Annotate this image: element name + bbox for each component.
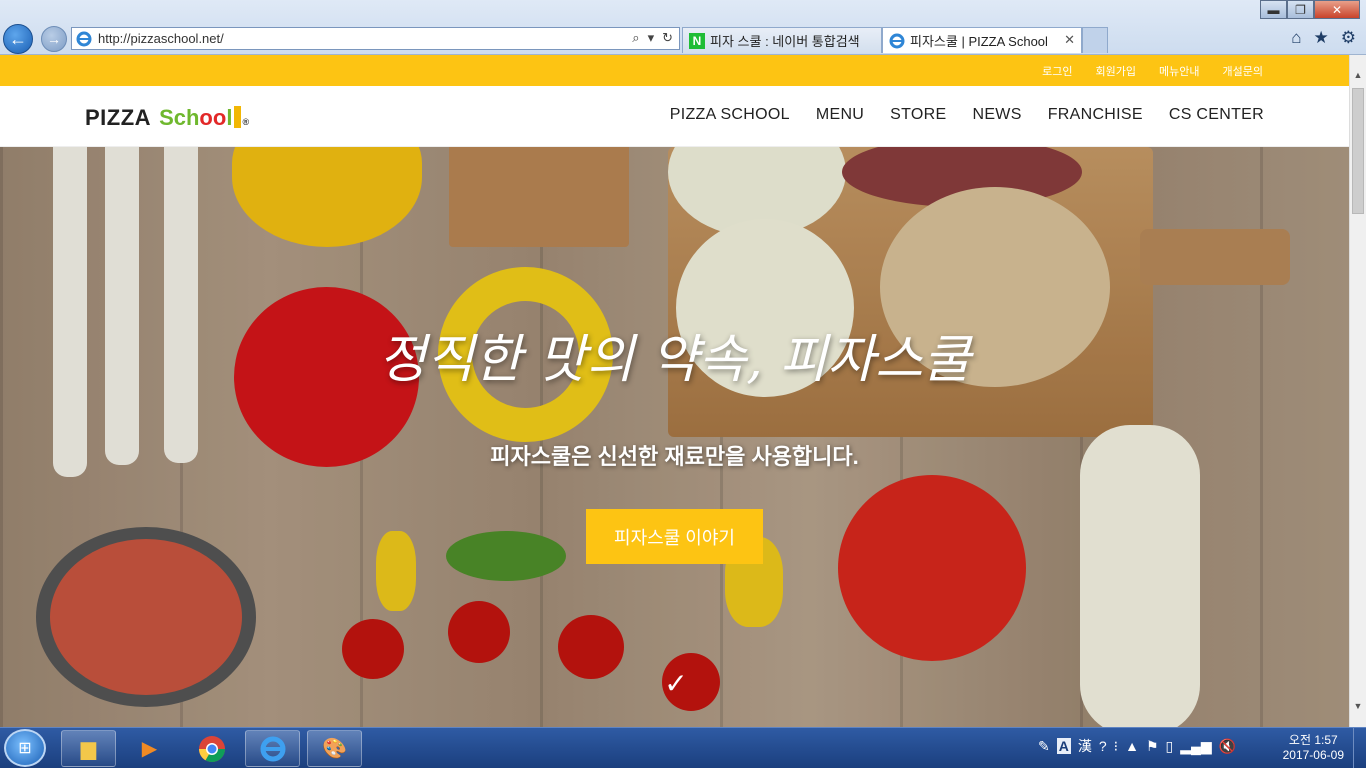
nav-news[interactable]: NEWS: [972, 106, 1021, 124]
pencil-icon: [234, 106, 242, 128]
volume-muted-icon[interactable]: 🔇: [1219, 738, 1236, 755]
ie-icon: [76, 31, 92, 46]
action-center-icon[interactable]: ⚑: [1146, 738, 1159, 755]
tab-naver[interactable]: N 피자 스쿨 : 네이버 통합검색: [682, 27, 882, 53]
system-clock[interactable]: 오전 1:57 2017-06-09: [1283, 733, 1344, 763]
show-desktop-button[interactable]: [1353, 728, 1366, 768]
show-hidden-icons-icon[interactable]: ▲: [1125, 738, 1139, 754]
scroll-up-arrow-icon[interactable]: ▲: [1350, 67, 1366, 84]
close-tab-icon[interactable]: ✕: [1064, 32, 1075, 48]
scroll-thumb[interactable]: [1352, 88, 1364, 214]
search-icon[interactable]: ⌕: [632, 30, 639, 46]
chrome-icon: [198, 735, 225, 762]
taskbar-paint[interactable]: 🎨: [307, 730, 362, 767]
browser-chrome: ▬ ❐ ✕ ← → http://pizzaschool.net/ ⌕ ▾ ↻ …: [0, 0, 1366, 55]
tab-pizzaschool[interactable]: 피자스쿨 | PIZZA School ✕: [882, 27, 1082, 53]
refresh-icon[interactable]: ↻: [662, 30, 673, 46]
minimize-button[interactable]: ▬: [1260, 0, 1287, 19]
nav-franchise[interactable]: FRANCHISE: [1048, 106, 1143, 124]
taskbar-media-player[interactable]: ▶: [122, 730, 177, 767]
dropdown-icon[interactable]: ▾: [648, 30, 655, 46]
start-button[interactable]: ⊞: [4, 729, 46, 767]
new-tab-button[interactable]: [1082, 27, 1108, 53]
hanja-indicator[interactable]: 漢: [1078, 736, 1092, 756]
taskbar-chrome[interactable]: [184, 730, 239, 767]
scroll-down-icon[interactable]: ✓: [659, 667, 693, 701]
network-icon[interactable]: ▂▄▆: [1180, 738, 1211, 755]
maximize-button[interactable]: ❐: [1287, 0, 1314, 19]
utility-bar: 로그인 회원가입 메뉴안내 개설문의: [0, 55, 1349, 86]
main-navigation: PIZZA SCHOOL MENU STORE NEWS FRANCHISE C…: [670, 106, 1264, 124]
arrow-right-icon: →: [47, 31, 61, 47]
clock-time: 오전 1:57: [1288, 733, 1338, 747]
web-page: 로그인 회원가입 메뉴안내 개설문의 PIZZA Sch oo l ® PIZZA …: [0, 55, 1349, 727]
help-icon[interactable]: ?: [1099, 738, 1107, 754]
tab-label: 피자 스쿨 : 네이버 통합검색: [710, 34, 860, 49]
forward-button[interactable]: →: [41, 26, 67, 52]
menu-guide-link[interactable]: 메뉴안내: [1159, 63, 1199, 79]
tab-label: 피자스쿨 | PIZZA School: [910, 34, 1048, 49]
ime-icon[interactable]: ✎: [1038, 738, 1050, 755]
naver-icon: N: [689, 32, 705, 49]
close-window-button[interactable]: ✕: [1314, 0, 1360, 19]
nav-cs-center[interactable]: CS CENTER: [1169, 106, 1264, 124]
nav-pizza-school[interactable]: PIZZA SCHOOL: [670, 106, 790, 124]
battery-icon[interactable]: ▯: [1166, 738, 1174, 755]
ie-icon: [889, 33, 905, 48]
site-logo[interactable]: PIZZA Sch oo l ®: [85, 103, 249, 131]
language-indicator[interactable]: A: [1056, 738, 1071, 754]
pizzaschool-story-button[interactable]: 피자스쿨 이야기: [586, 509, 763, 564]
login-link[interactable]: 로그인: [1042, 63, 1072, 79]
ie-icon: [260, 736, 285, 761]
hero-subtitle: 피자스쿨은 신선한 재료만을 사용합니다.: [490, 444, 859, 469]
folder-icon: ▆: [80, 738, 97, 760]
franchise-inquiry-link[interactable]: 개설문의: [1223, 63, 1263, 79]
clock-date: 2017-06-09: [1282, 748, 1344, 762]
back-button[interactable]: ←: [3, 24, 33, 54]
windows-logo-icon: ⊞: [18, 740, 32, 757]
address-bar[interactable]: http://pizzaschool.net/ ⌕ ▾ ↻: [71, 27, 680, 50]
taskbar-internet-explorer[interactable]: [245, 730, 300, 767]
taskbar-explorer[interactable]: ▆: [61, 730, 116, 767]
signup-link[interactable]: 회원가입: [1096, 63, 1136, 79]
window-controls: ▬ ❐ ✕: [1260, 0, 1360, 19]
page-scrollbar[interactable]: ▲ ▼: [1349, 55, 1366, 727]
windows-taskbar: ⊞ ▆ ▶ 🎨 ✎ A 漢 ? ⁝ ▲ ⚑ ▯ ▂▄▆ 🔇 오전 1:57 20…: [0, 727, 1366, 768]
star-icon[interactable]: ★: [1314, 28, 1329, 48]
site-header: PIZZA Sch oo l ® PIZZA SCHOOL MENU STORE N…: [0, 86, 1349, 147]
hero-title: 정직한 맛의 약속, 피자스쿨: [378, 330, 971, 390]
arrow-left-icon: ←: [9, 28, 27, 49]
home-icon[interactable]: ⌂: [1291, 28, 1301, 48]
scroll-down-arrow-icon[interactable]: ▼: [1350, 698, 1366, 715]
nav-menu[interactable]: MENU: [816, 106, 864, 124]
paint-icon: 🎨: [322, 738, 347, 760]
hero-banner: 정직한 맛의 약속, 피자스쿨 피자스쿨은 신선한 재료만을 사용합니다. 피자…: [0, 147, 1349, 727]
gear-icon[interactable]: ⚙: [1341, 28, 1356, 48]
address-text[interactable]: http://pizzaschool.net/: [98, 31, 224, 46]
tray-options-icon[interactable]: ⁝: [1114, 738, 1118, 755]
system-tray: ✎ A 漢 ? ⁝ ▲ ⚑ ▯ ▂▄▆ 🔇: [1038, 736, 1236, 756]
media-player-icon: ▶: [141, 738, 158, 760]
nav-store[interactable]: STORE: [890, 106, 946, 124]
